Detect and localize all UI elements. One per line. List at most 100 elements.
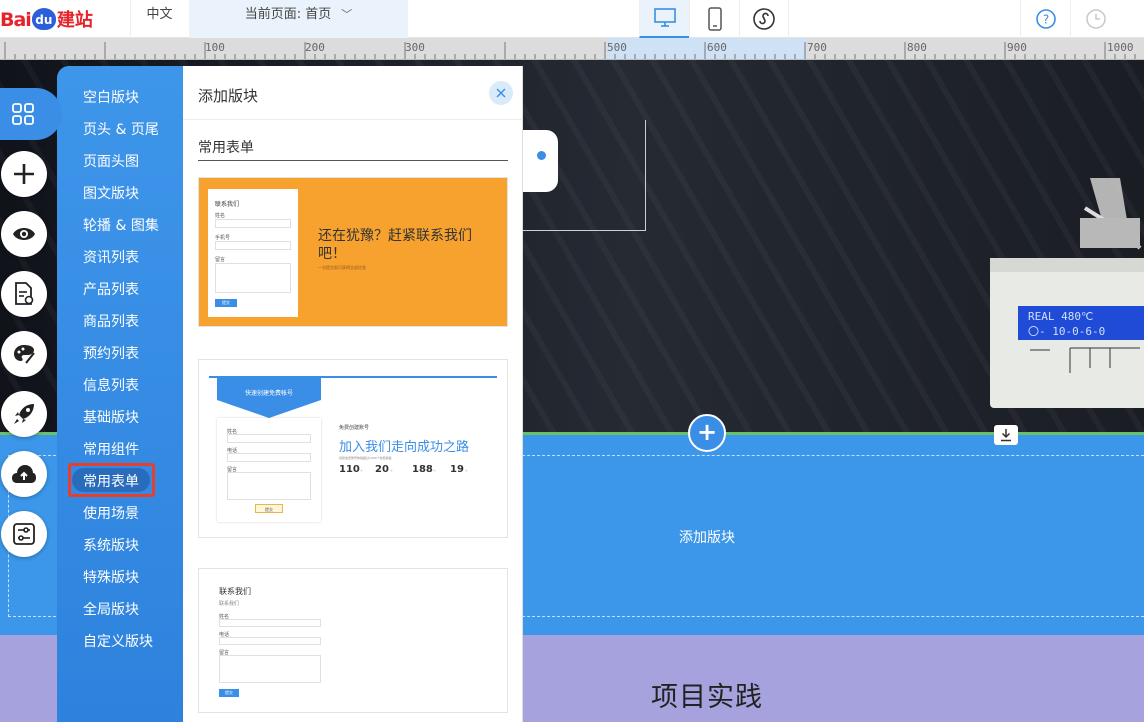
logo-text: Bai du 建站 — [0, 8, 93, 31]
card2-headline: 加入我们走向成功之路 — [339, 440, 470, 455]
ruler-label: 800 — [907, 41, 927, 54]
add-block-panel: 添加版块 常用表单 联系我们 姓名 手机号 留言 提交 还在犹豫？赶紧联系我们吧… — [183, 66, 523, 722]
page-selector[interactable]: 当前页面: 首页 ﹀ — [189, 0, 408, 38]
toolbar-add-element-button[interactable] — [1, 151, 47, 197]
mini-form-label: 姓名 — [215, 213, 226, 219]
help-button[interactable]: ? — [1020, 0, 1070, 38]
mobile-view-button[interactable] — [689, 0, 739, 38]
card2-ribbon-text: 快速创建免费帐号 — [244, 390, 293, 397]
page-settings-icon — [15, 282, 34, 305]
cloud-upload-icon — [12, 465, 36, 483]
category-goods-list[interactable]: 商品列表 — [83, 311, 139, 331]
ruler-label: 500 — [607, 41, 627, 54]
card2-stat-unit: 个 — [433, 469, 437, 473]
plus-icon: + — [696, 418, 718, 446]
toolbar-page-settings-button[interactable] — [1, 271, 47, 317]
category-image-text[interactable]: 图文版块 — [83, 183, 139, 203]
category-scenarios[interactable]: 使用场景 — [83, 503, 139, 523]
card2-stat-number: 110 — [339, 464, 360, 475]
horizontal-ruler: 100 200 300 500 600 700 800 900 1000 — [0, 38, 1144, 60]
mini-form-submit: 提交 — [255, 504, 283, 513]
language-switch[interactable]: 中文 — [130, 0, 188, 38]
category-common-forms[interactable]: 常用表单 — [83, 471, 139, 491]
history-button[interactable] — [1070, 0, 1120, 38]
section-title: 常用表单 — [198, 140, 254, 156]
card2-stat-number: 19 — [450, 464, 464, 475]
panel-close-button[interactable] — [489, 81, 513, 105]
form-template-card-3[interactable]: 联系我们 联系我们 姓名 电话 留言 提交 — [198, 568, 508, 713]
card3-subtitle: 联系我们 — [219, 601, 240, 607]
mini-form-input — [227, 434, 311, 443]
card2-stat-unit: 个 — [360, 469, 364, 473]
mini-form-input — [219, 637, 321, 645]
clock-icon — [1085, 9, 1106, 29]
panel-divider — [183, 119, 523, 120]
category-news-list[interactable]: 资讯列表 — [83, 247, 139, 267]
element-handle[interactable] — [523, 130, 558, 192]
ruler-label: 200 — [305, 41, 325, 54]
card2-ribbon — [217, 378, 321, 418]
controller-device-image: REAL 480℃ 〇- 10-0-6-0 — [990, 178, 1144, 408]
category-global[interactable]: 全局版块 — [83, 599, 139, 619]
device-screen-line2: 〇- 10-0-6-0 — [1028, 325, 1105, 338]
toolbar-add-block-button[interactable] — [0, 88, 62, 140]
category-blank[interactable]: 空白版块 — [83, 87, 139, 107]
paw-icon: du — [31, 8, 56, 30]
form-template-card-2[interactable]: 快速创建免费帐号 姓名 电话 留言 提交 免费创建账号 加入我们走向成功之路 创… — [198, 359, 508, 538]
mini-form-label: 手机号 — [215, 235, 231, 241]
toolbar-publish-button[interactable] — [1, 391, 47, 437]
baidu-jianzhan-logo[interactable]: Bai du 建站 — [0, 0, 118, 38]
category-basic[interactable]: 基础版块 — [83, 407, 139, 427]
desktop-icon — [653, 8, 676, 27]
category-common-components[interactable]: 常用组件 — [83, 439, 139, 459]
card2-note: 创建免费账号体验超过1000个免费模板 — [339, 456, 392, 460]
page-selector-label: 当前页面: 首页 — [244, 7, 332, 22]
category-system[interactable]: 系统版块 — [83, 535, 139, 555]
card3-title: 联系我们 — [219, 587, 251, 596]
category-special[interactable]: 特殊版块 — [83, 567, 139, 587]
mini-program-button[interactable] — [739, 0, 789, 38]
category-info-list[interactable]: 信息列表 — [83, 375, 139, 395]
ruler-label: 1000 — [1107, 41, 1134, 54]
mini-form-input — [227, 453, 311, 462]
category-product-list[interactable]: 产品列表 — [83, 279, 139, 299]
card2-stat-unit: 个 — [390, 469, 394, 473]
svg-text:?: ? — [1042, 13, 1048, 27]
form-template-card-1[interactable]: 联系我们 姓名 手机号 留言 提交 还在犹豫？赶紧联系我们吧！ 一次提交即可获得… — [198, 177, 508, 327]
card2-stat-number: 188 — [412, 464, 433, 475]
grid-icon — [12, 103, 34, 125]
category-custom[interactable]: 自定义版块 — [83, 631, 153, 651]
palette-icon — [14, 345, 35, 364]
mini-contact-form: 联系我们 姓名 手机号 留言 提交 — [208, 189, 298, 317]
ruler-label: 100 — [205, 41, 225, 54]
ruler-label: 700 — [807, 41, 827, 54]
mini-form-textarea — [215, 263, 291, 293]
mobile-icon — [707, 7, 722, 31]
mini-form-label: 留言 — [215, 257, 226, 263]
download-icon — [1001, 429, 1011, 442]
eye-icon — [13, 228, 35, 240]
download-button[interactable] — [994, 425, 1018, 445]
toolbar-upload-button[interactable] — [1, 451, 47, 497]
mini-form-submit: 提交 — [215, 299, 237, 307]
desktop-view-button[interactable] — [639, 0, 689, 38]
block-category-list: 空白版块 页头 & 页尾 页面头图 图文版块 轮播 & 图集 资讯列表 产品列表… — [57, 66, 183, 722]
card2-mini-form: 姓名 电话 留言 提交 — [217, 418, 321, 522]
section-underline — [198, 160, 508, 161]
left-toolbar — [0, 60, 62, 722]
toolbar-preview-button[interactable] — [1, 211, 47, 257]
mini-form-textarea — [219, 655, 321, 683]
card1-headline: 还在犹豫？赶紧联系我们吧！ — [318, 228, 472, 262]
mini-form-title: 联系我们 — [215, 201, 240, 208]
category-booking-list[interactable]: 预约列表 — [83, 343, 139, 363]
toolbar-theme-button[interactable] — [1, 331, 47, 377]
category-page-banner[interactable]: 页面头图 — [83, 151, 139, 171]
category-header-footer[interactable]: 页头 & 页尾 — [83, 119, 159, 139]
toolbar-settings-button[interactable] — [1, 511, 47, 557]
ruler-ticks — [4, 42, 1136, 59]
plus-icon — [14, 164, 34, 184]
mini-form-input — [215, 241, 291, 250]
handle-dot — [537, 151, 546, 160]
add-section-button[interactable]: + — [688, 414, 726, 452]
category-carousel-gallery[interactable]: 轮播 & 图集 — [83, 215, 159, 235]
